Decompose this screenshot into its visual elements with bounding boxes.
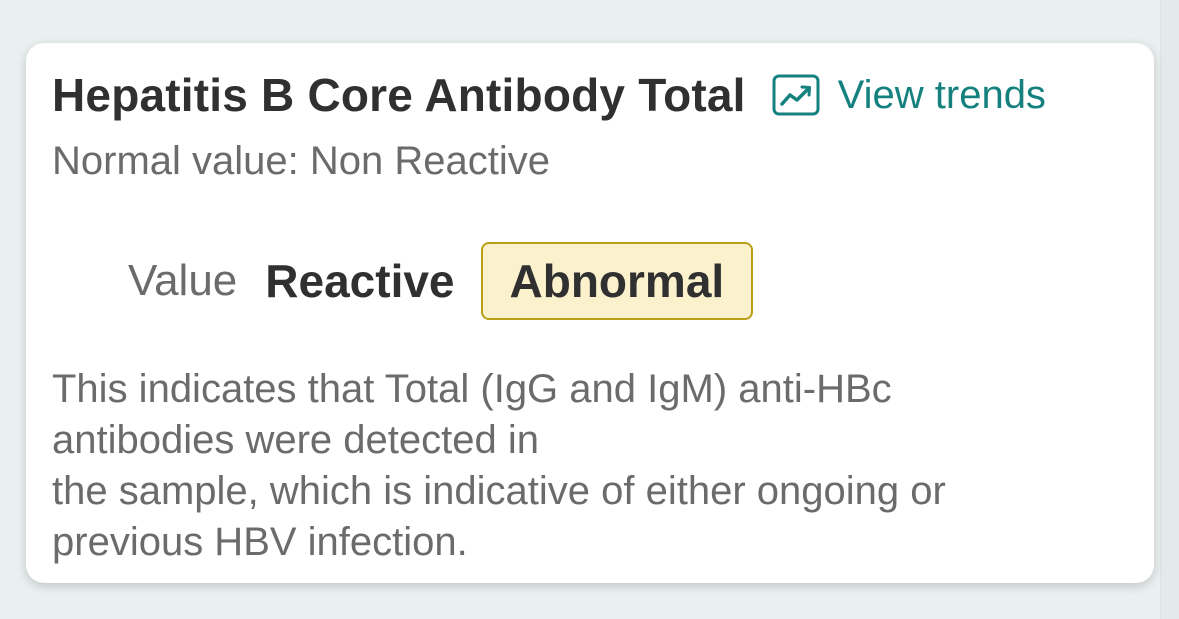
value-row: Value Reactive Abnormal: [128, 240, 754, 322]
scrollbar-track[interactable]: [1160, 0, 1179, 619]
card-header: Hepatitis B Core Antibody Total View tre…: [52, 65, 1128, 125]
description-line: This indicates that Total (IgG and IgM) …: [52, 367, 892, 411]
normal-value: Normal value: Non Reactive: [52, 139, 550, 183]
status-badge: Abnormal: [480, 242, 754, 320]
description-line: antibodies were detected in: [52, 418, 539, 462]
trend-chart-icon: [772, 74, 820, 116]
view-trends-label: View trends: [837, 72, 1046, 117]
result-description: This indicates that Total (IgG and IgM) …: [52, 364, 1132, 568]
view-trends-link[interactable]: View trends: [772, 73, 1046, 118]
test-title: Hepatitis B Core Antibody Total: [52, 69, 746, 121]
result-value: Reactive: [265, 255, 455, 307]
description-line: the sample, which is indicative of eithe…: [52, 469, 946, 513]
lab-result-card: Hepatitis B Core Antibody Total View tre…: [26, 43, 1154, 583]
value-label: Value: [128, 256, 238, 305]
description-line: previous HBV infection.: [52, 520, 468, 564]
